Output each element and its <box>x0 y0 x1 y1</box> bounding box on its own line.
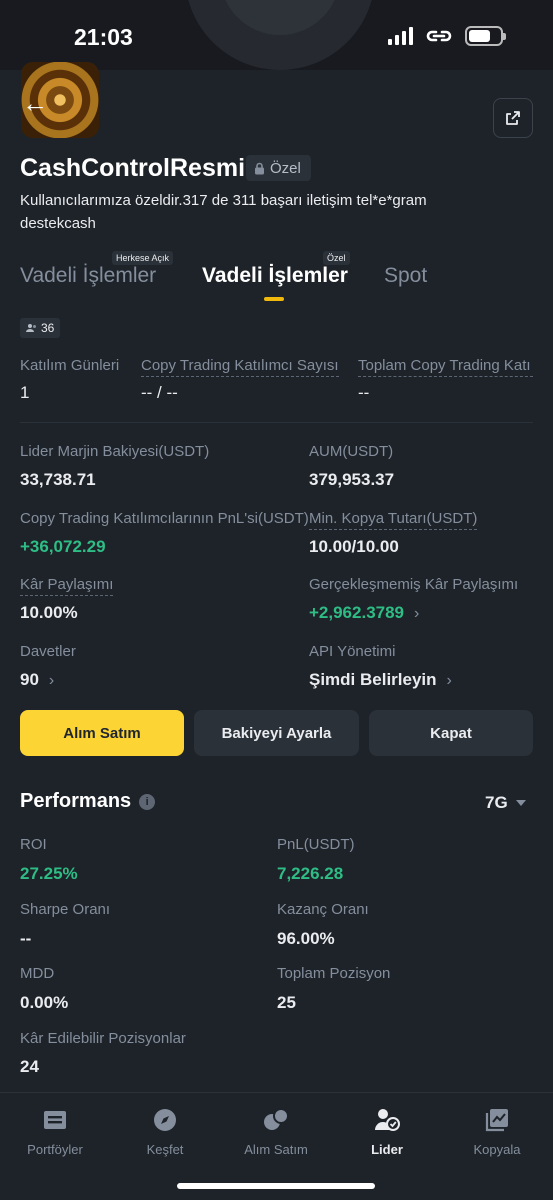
win-rate-label: Kazanç Oranı <box>277 901 369 918</box>
divider <box>20 422 533 423</box>
share-button[interactable] <box>493 98 533 138</box>
stat-value-total-copiers: -- <box>358 383 370 402</box>
tab-spot[interactable]: Spot <box>384 264 427 288</box>
unrealized-share-row[interactable]: +2,962.3789 › <box>309 603 419 623</box>
performance-title: Performans <box>20 790 132 812</box>
status-bar: 21:03 <box>0 0 553 70</box>
nav-label-leader: Lider <box>371 1142 403 1157</box>
period-dropdown[interactable]: 7G <box>485 793 526 813</box>
stat-label-copiers[interactable]: Copy Trading Katılımcı Sayısı <box>141 357 339 377</box>
profitable-positions-label: Kâr Edilebilir Pozisyonlar <box>20 1030 186 1047</box>
unrealized-share-label: Gerçekleşmemiş Kâr Paylaşımı <box>309 576 519 593</box>
home-indicator <box>177 1183 375 1189</box>
trade-button[interactable]: Alım Satım <box>20 710 184 756</box>
nav-label-explore: Keşfet <box>146 1142 184 1157</box>
followers-count: 36 <box>41 321 55 335</box>
nav-label-portfolio: Portföyler <box>27 1142 83 1157</box>
nav-label-copy: Kopyala <box>473 1142 521 1157</box>
mdd-label: MDD <box>20 965 55 982</box>
copy-chart-icon <box>485 1109 508 1132</box>
min-copy-label[interactable]: Min. Kopya Tutarı(USDT) <box>309 510 478 530</box>
tab-badge-public: Herkese Açık <box>112 251 174 265</box>
api-value: Şimdi Belirleyin <box>309 670 437 689</box>
copier-pnl-label: Copy Trading Katılımcılarının PnL'si(USD… <box>20 510 309 527</box>
bio: Kullanıcılarımıza özeldir.317 de 311 baş… <box>20 192 427 232</box>
tab-futures-private[interactable]: Vadeli İşlemler <box>202 264 348 288</box>
pnl-label: PnL(USDT) <box>277 836 355 853</box>
info-icon[interactable]: i <box>139 793 156 810</box>
profit-share-label[interactable]: Kâr Paylaşımı <box>20 576 114 596</box>
pnl-value: 7,226.28 <box>277 864 344 883</box>
nav-label-trade: Alım Satım <box>244 1142 308 1157</box>
followers-badge: 36 <box>20 318 61 338</box>
roi-value: 27.25% <box>20 864 78 883</box>
username: CashControlResmi <box>20 154 246 182</box>
win-rate-value: 96.00% <box>277 929 335 948</box>
invites-value: 90 <box>20 670 39 689</box>
trade-icon <box>264 1108 289 1130</box>
lead-margin-value: 33,738.71 <box>20 470 96 489</box>
users-icon <box>26 324 36 332</box>
caret-down-icon <box>515 800 526 806</box>
profit-share-value: 10.00% <box>20 603 78 622</box>
nav-item-copy[interactable]: Kopyala <box>442 1107 552 1157</box>
lead-margin-label: Lider Marjin Bakiyesi(USDT) <box>20 443 210 460</box>
nav-item-trade[interactable]: Alım Satım <box>221 1107 331 1157</box>
adjust-balance-button[interactable]: Bakiyeyi Ayarla <box>194 710 359 756</box>
privacy-badge: Özel <box>246 155 311 181</box>
period-value: 7G <box>485 793 508 812</box>
link-icon <box>426 30 452 42</box>
unrealized-share-value: +2,962.3789 <box>309 603 405 622</box>
signal-icon <box>388 27 413 45</box>
tab-futures-public[interactable]: Vadeli İşlemler <box>20 264 156 288</box>
stat-value-copiers: -- / -- <box>141 383 178 402</box>
roi-label: ROI <box>20 836 47 853</box>
chevron-right-icon: › <box>446 672 452 689</box>
battery-icon <box>465 26 506 46</box>
tab-badge-private: Özel <box>323 251 350 265</box>
stat-value-days: 1 <box>20 383 30 402</box>
sharpe-label: Sharpe Oranı <box>20 901 111 918</box>
share-icon <box>506 111 520 125</box>
chevron-right-icon: › <box>414 605 420 622</box>
lock-icon <box>255 162 264 174</box>
sharpe-value: -- <box>20 929 32 948</box>
stat-label-total-copiers[interactable]: Toplam Copy Trading Katı <box>358 357 533 377</box>
total-positions-label: Toplam Pozisyon <box>277 965 391 982</box>
compass-icon <box>154 1109 176 1131</box>
portfolio-icon <box>44 1111 66 1129</box>
nav-item-portfolio[interactable]: Portföyler <box>0 1107 110 1157</box>
status-icons <box>388 26 506 46</box>
tab-active-indicator <box>264 297 284 301</box>
profitable-positions-value: 24 <box>20 1057 39 1076</box>
api-row[interactable]: Şimdi Belirleyin › <box>309 670 452 690</box>
invites-label: Davetler <box>20 643 76 660</box>
min-copy-value: 10.00/10.00 <box>309 537 399 556</box>
copier-pnl-value: +36,072.29 <box>20 537 106 556</box>
mdd-value: 0.00% <box>20 993 69 1012</box>
nav-item-explore[interactable]: Keşfet <box>110 1107 220 1157</box>
status-time: 21:03 <box>74 24 133 50</box>
nav-item-leader[interactable]: Lider <box>332 1107 442 1157</box>
invites-row[interactable]: 90 › <box>20 670 54 690</box>
back-arrow-icon[interactable]: ← <box>22 90 48 116</box>
aum-label: AUM(USDT) <box>309 443 394 460</box>
api-label: API Yönetimi <box>309 643 396 660</box>
privacy-badge-label: Özel <box>270 159 301 177</box>
chevron-right-icon: › <box>48 672 55 689</box>
aum-value: 379,953.37 <box>309 470 395 489</box>
total-positions-value: 25 <box>277 993 296 1012</box>
leader-icon <box>375 1109 400 1131</box>
performance-header: Performans i <box>20 790 156 813</box>
stat-label-days: Katılım Günleri <box>20 357 120 374</box>
close-button[interactable]: Kapat <box>369 710 533 756</box>
